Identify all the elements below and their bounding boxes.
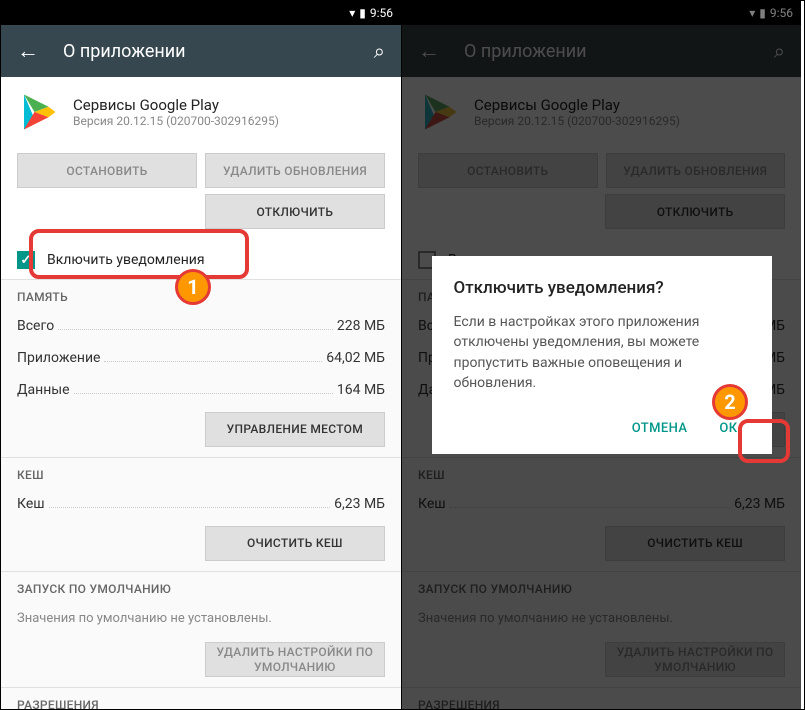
launch-text: Значения по умолчанию не установлены. <box>1 602 401 636</box>
app-info: Сервисы Google Play Версия 20.12.15 (020… <box>1 77 401 147</box>
modal-overlay: Отключить уведомления? Если в настройках… <box>402 1 801 709</box>
battery-icon: ▮ <box>359 6 366 20</box>
disable-notifications-dialog: Отключить уведомления? Если в настройках… <box>432 256 772 454</box>
right-screenshot: ▾ ▮ 9:56 ← О приложении ⌕ Сервисы Google… <box>401 1 801 709</box>
dialog-title: Отключить уведомления? <box>454 278 750 298</box>
launch-header: ЗАПУСК ПО УМОЛЧАНИЮ <box>1 572 401 602</box>
cancel-button[interactable]: ОТМЕНА <box>620 413 700 444</box>
clear-cache-button[interactable]: ОЧИСТИТЬ КЕШ <box>205 526 385 561</box>
memory-header: ПАМЯТЬ <box>1 280 401 310</box>
manage-space-button[interactable]: УПРАВЛЕНИЕ МЕСТОМ <box>205 412 385 447</box>
clear-defaults-button[interactable]: УДАЛИТЬ НАСТРОЙКИ ПО УМОЛЧАНИЮ <box>205 642 385 677</box>
dialog-text: Если в настройках этого приложения отклю… <box>454 312 750 393</box>
ok-button[interactable]: ОК <box>707 413 749 444</box>
notifications-checkbox[interactable]: ✓ <box>17 251 35 269</box>
cache-header: КЕШ <box>1 458 401 488</box>
app-name: Сервисы Google Play <box>73 96 279 114</box>
permissions-header: РАЗРЕШЕНИЯ <box>1 688 401 709</box>
stop-button[interactable]: ОСТАНОВИТЬ <box>17 153 197 188</box>
clock: 9:56 <box>370 6 393 20</box>
search-icon[interactable]: ⌕ <box>374 39 385 63</box>
play-services-icon <box>17 91 59 133</box>
left-screenshot: ▾ ▮ 9:56 ← О приложении ⌕ Сервисы Google… <box>1 1 401 709</box>
app-bar: ← О приложении ⌕ <box>1 25 401 77</box>
app-version: Версия 20.12.15 (020700-302916295) <box>73 114 279 128</box>
status-bar: ▾ ▮ 9:56 <box>1 1 401 25</box>
appbar-title: О приложении <box>63 41 350 62</box>
disable-button[interactable]: ОТКЛЮЧИТЬ <box>205 194 385 229</box>
back-icon[interactable]: ← <box>17 38 39 64</box>
notifications-row[interactable]: ✓ Включить уведомления <box>1 241 401 279</box>
signal-icon: ▾ <box>349 6 355 20</box>
notifications-label: Включить уведомления <box>47 252 205 268</box>
content: Сервисы Google Play Версия 20.12.15 (020… <box>1 77 401 709</box>
uninstall-updates-button[interactable]: УДАЛИТЬ ОБНОВЛЕНИЯ <box>205 153 385 188</box>
